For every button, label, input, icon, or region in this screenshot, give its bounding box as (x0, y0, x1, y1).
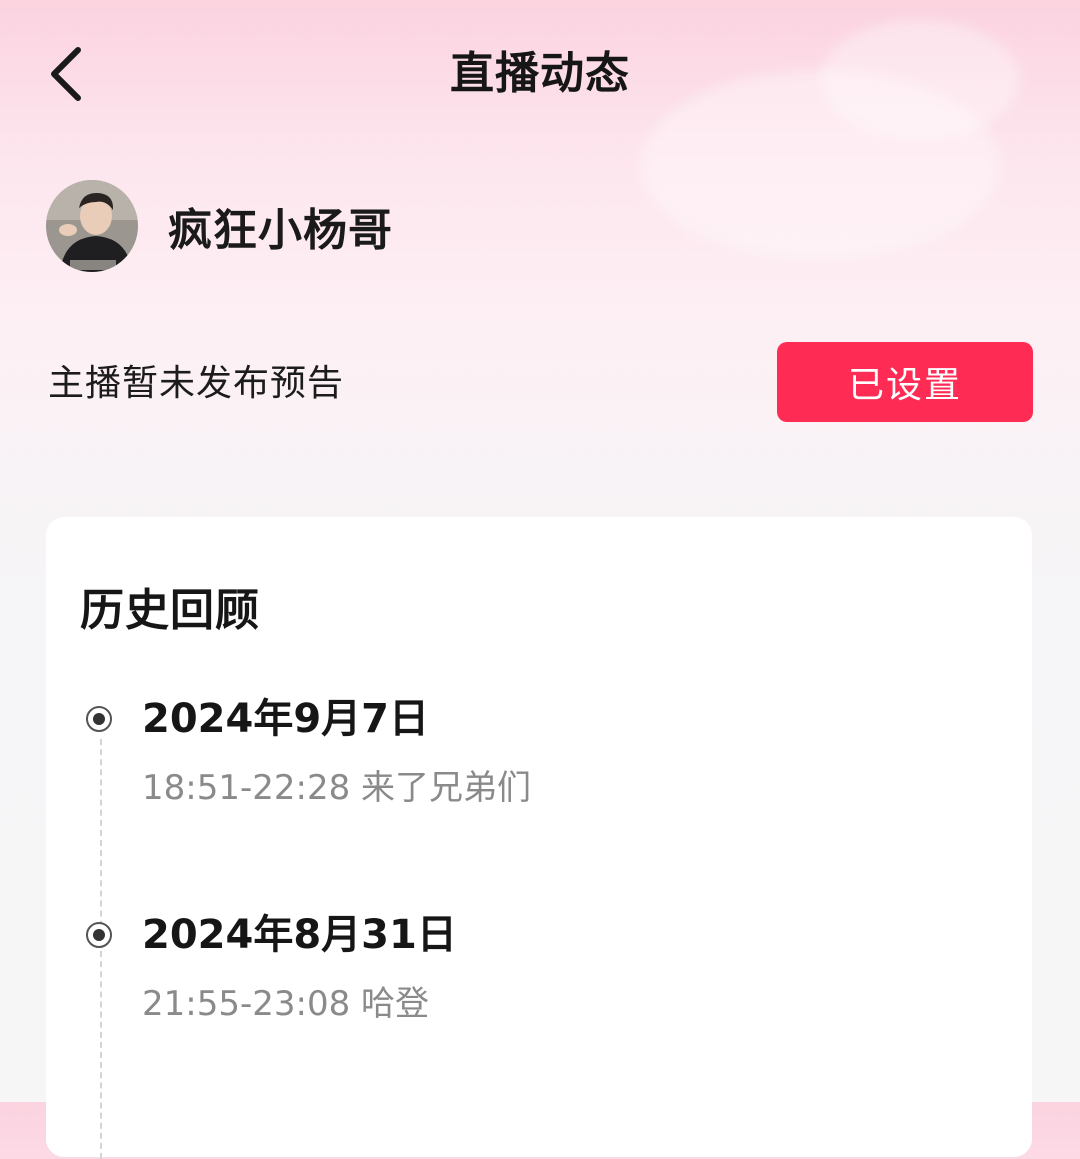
timeline-dot-icon (86, 922, 112, 948)
reminder-set-button[interactable]: 已设置 (777, 342, 1033, 422)
entry-date: 2024年8月31日 (142, 912, 457, 958)
timeline-dot-icon (86, 706, 112, 732)
page-title: 直播动态 (450, 48, 630, 99)
streamer-profile[interactable]: 疯狂小杨哥 (46, 180, 393, 272)
preview-notice: 主播暂未发布预告 (48, 363, 345, 404)
header-bar: 直播动态 (0, 0, 1080, 150)
entry-description: 21:55-23:08 哈登 (142, 984, 430, 1024)
entry-date: 2024年9月7日 (142, 696, 429, 742)
entry-description: 18:51-22:28 来了兄弟们 (142, 768, 532, 808)
streamer-name: 疯狂小杨哥 (168, 205, 393, 256)
avatar-image (46, 180, 138, 272)
history-card: 历史回顾 2024年9月7日 18:51-22:28 来了兄弟们 2024年8月… (46, 517, 1032, 1159)
section-title: 历史回顾 (80, 585, 260, 636)
timeline-line (100, 739, 102, 1159)
avatar[interactable] (46, 180, 138, 272)
